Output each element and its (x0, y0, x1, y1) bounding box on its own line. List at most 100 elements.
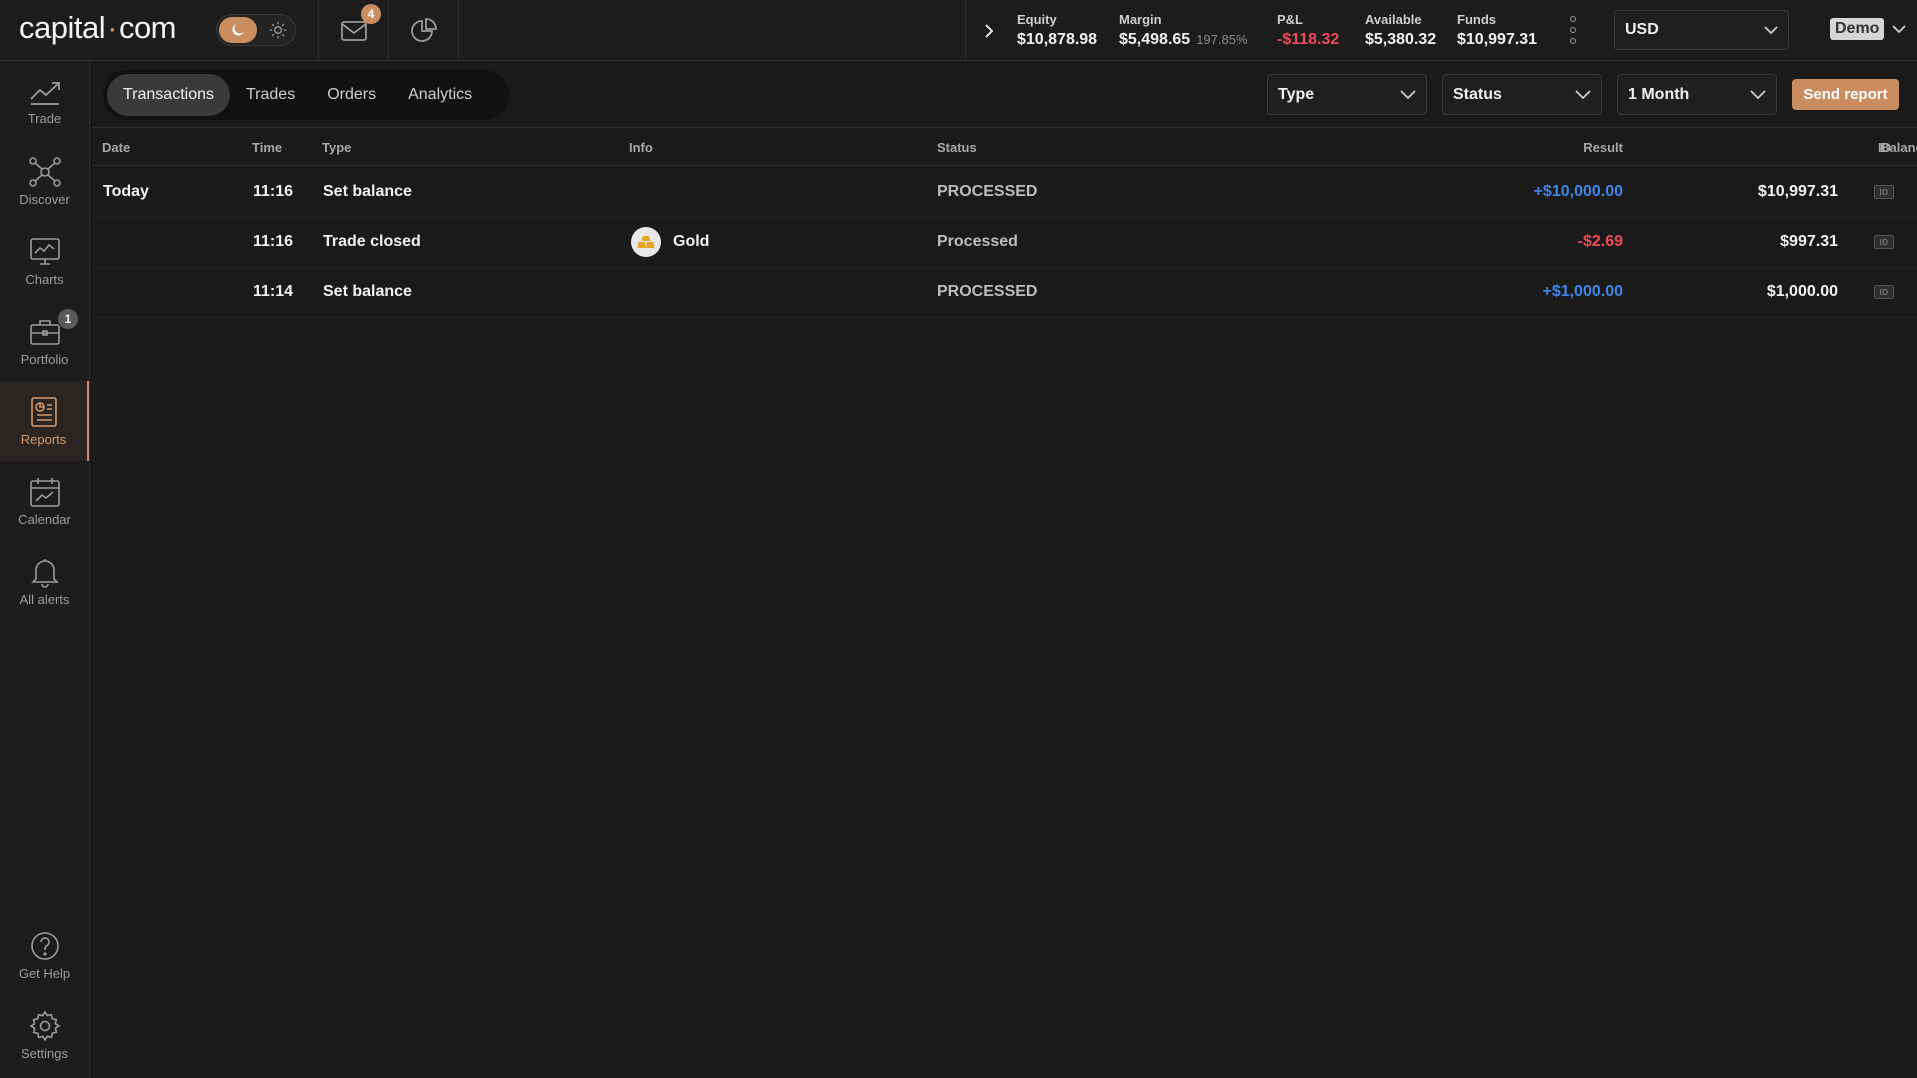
report-icon (30, 396, 57, 427)
column-header-date[interactable]: Date (102, 140, 130, 155)
bell-icon (30, 558, 59, 588)
messages-button[interactable]: 4 (318, 0, 388, 61)
column-header-info[interactable]: Info (629, 140, 653, 155)
sidebar-item-reports[interactable]: Reports (0, 381, 89, 461)
portfolio-overview-button[interactable] (388, 0, 459, 61)
row-result: -$2.69 (1577, 233, 1623, 250)
sidebar-item-trade[interactable]: Trade (0, 61, 89, 141)
sidebar-item-help[interactable]: Get Help (0, 915, 89, 995)
row-time: 11:16 (253, 183, 294, 200)
row-balance: $10,997.31 (1757, 183, 1838, 200)
brand-logo[interactable]: capital·com (19, 10, 177, 46)
sidebar-item-label: Calendar (18, 511, 71, 527)
column-header-status[interactable]: Status (937, 140, 977, 155)
tab-orders[interactable]: Orders (311, 74, 392, 116)
sidebar-item-alerts[interactable]: All alerts (0, 541, 89, 621)
top-bar: capital·com 4 Equity $10,878.98 Margin $… (0, 0, 1917, 61)
gear-icon (28, 1009, 61, 1042)
transaction-id-icon[interactable]: ID (1874, 235, 1894, 249)
funds-label: Funds (1457, 12, 1496, 27)
send-report-button[interactable]: Send report (1792, 79, 1899, 110)
sidebar-item-portfolio[interactable]: Portfolio 1 (0, 301, 89, 381)
tab-transactions[interactable]: Transactions (107, 74, 230, 116)
chevron-down-icon (1892, 24, 1907, 33)
status-filter-select[interactable]: Status (1442, 74, 1602, 115)
table-row[interactable]: 11:14 Set balance PROCESSED +$1,000.00 $… (92, 268, 1917, 318)
equity-value: $10,878.98 (1017, 31, 1098, 48)
margin-value-row: $5,498.65 197.85% (1119, 31, 1248, 49)
table-row[interactable]: 11:16 Trade closed Gold Processed -$2.69… (92, 218, 1917, 268)
table-row[interactable]: Today 11:16 Set balance PROCESSED +$10,0… (92, 168, 1917, 218)
transaction-id-icon[interactable]: ID (1874, 285, 1894, 299)
sidebar-item-charts[interactable]: Charts (0, 221, 89, 301)
column-header-type[interactable]: Type (322, 140, 351, 155)
moon-icon (219, 17, 257, 43)
sun-icon (267, 19, 289, 41)
sidebar-item-label: Portfolio (20, 351, 69, 367)
available-label: Available (1365, 12, 1422, 27)
row-type: Trade closed (323, 233, 421, 250)
chevron-right-icon (984, 23, 993, 38)
row-time: 11:16 (253, 233, 294, 250)
available-value: $5,380.32 (1365, 31, 1437, 48)
mail-count-badge: 4 (361, 4, 381, 24)
sidebar-item-label: Reports (20, 431, 67, 447)
row-status: Processed (937, 233, 1018, 250)
row-info: Gold (673, 233, 710, 250)
currency-select[interactable]: USD (1614, 10, 1789, 50)
briefcase-icon (29, 319, 60, 345)
period-filter-select[interactable]: 1 Month (1617, 74, 1777, 115)
chevron-down-icon (1400, 89, 1416, 99)
margin-value: $5,498.65 (1119, 31, 1191, 48)
help-icon (30, 931, 59, 960)
more-options-icon[interactable] (1565, 16, 1581, 44)
sidebar-item-calendar[interactable]: Calendar (0, 461, 89, 541)
logo-text-right: com (118, 10, 177, 45)
type-filter-select[interactable]: Type (1267, 74, 1427, 115)
network-icon (28, 156, 61, 187)
transaction-id-icon[interactable]: ID (1874, 185, 1894, 199)
account-mode-badge: Demo (1830, 18, 1885, 40)
margin-stat: Margin $5,498.65 197.85% (1119, 12, 1248, 49)
chevron-down-icon (1575, 89, 1591, 99)
pnl-value: -$118.32 (1277, 31, 1340, 48)
sidebar-item-label: All alerts (19, 591, 70, 607)
row-type: Set balance (323, 283, 412, 300)
row-balance: $1,000.00 (1766, 283, 1838, 300)
sidebar-item-label: Charts (25, 271, 64, 287)
sidebar-item-label: Get Help (18, 965, 71, 981)
row-result: +$10,000.00 (1533, 183, 1623, 200)
chevron-down-icon (1750, 89, 1766, 99)
tab-analytics[interactable]: Analytics (392, 74, 488, 116)
column-header-result[interactable]: Result (1583, 140, 1623, 155)
logo-text-left: capital (19, 10, 106, 45)
row-balance: $997.31 (1780, 233, 1838, 250)
column-header-id[interactable]: ID (1878, 140, 1891, 155)
mail-icon (340, 20, 367, 41)
chevron-down-icon (1764, 25, 1778, 34)
sidebar-item-label: Settings (21, 1045, 68, 1061)
row-time: 11:14 (253, 283, 294, 300)
row-result: +$1,000.00 (1542, 283, 1623, 300)
trend-up-icon (29, 81, 60, 105)
sidebar-item-label: Trade (27, 110, 62, 126)
pnl-stat: P&L -$118.32 (1277, 12, 1339, 49)
column-header-time[interactable]: Time (252, 140, 282, 155)
tab-trades[interactable]: Trades (230, 74, 311, 116)
row-type: Set balance (323, 183, 412, 200)
sidebar-item-discover[interactable]: Discover (0, 141, 89, 221)
stats-expand-button[interactable] (965, 0, 1011, 61)
pie-chart-icon (410, 17, 437, 42)
row-status: PROCESSED (937, 183, 1038, 200)
row-info-asset[interactable]: Gold (631, 227, 709, 257)
equity-stat: Equity $10,878.98 (1017, 12, 1097, 49)
theme-toggle[interactable] (216, 14, 296, 46)
sidebar-item-settings[interactable]: Settings (0, 995, 89, 1075)
logo-dot: · (107, 10, 117, 45)
row-date: Today (103, 183, 149, 200)
app-window: capital·com 4 Equity $10,878.98 Margin $… (0, 0, 1917, 1078)
margin-percent: 197.85% (1196, 32, 1248, 47)
gold-bars-icon (631, 227, 661, 257)
sidebar-nav: Trade Discover Charts Portfolio 1 Report… (0, 61, 90, 1078)
account-switcher[interactable]: Demo (1830, 18, 1907, 40)
